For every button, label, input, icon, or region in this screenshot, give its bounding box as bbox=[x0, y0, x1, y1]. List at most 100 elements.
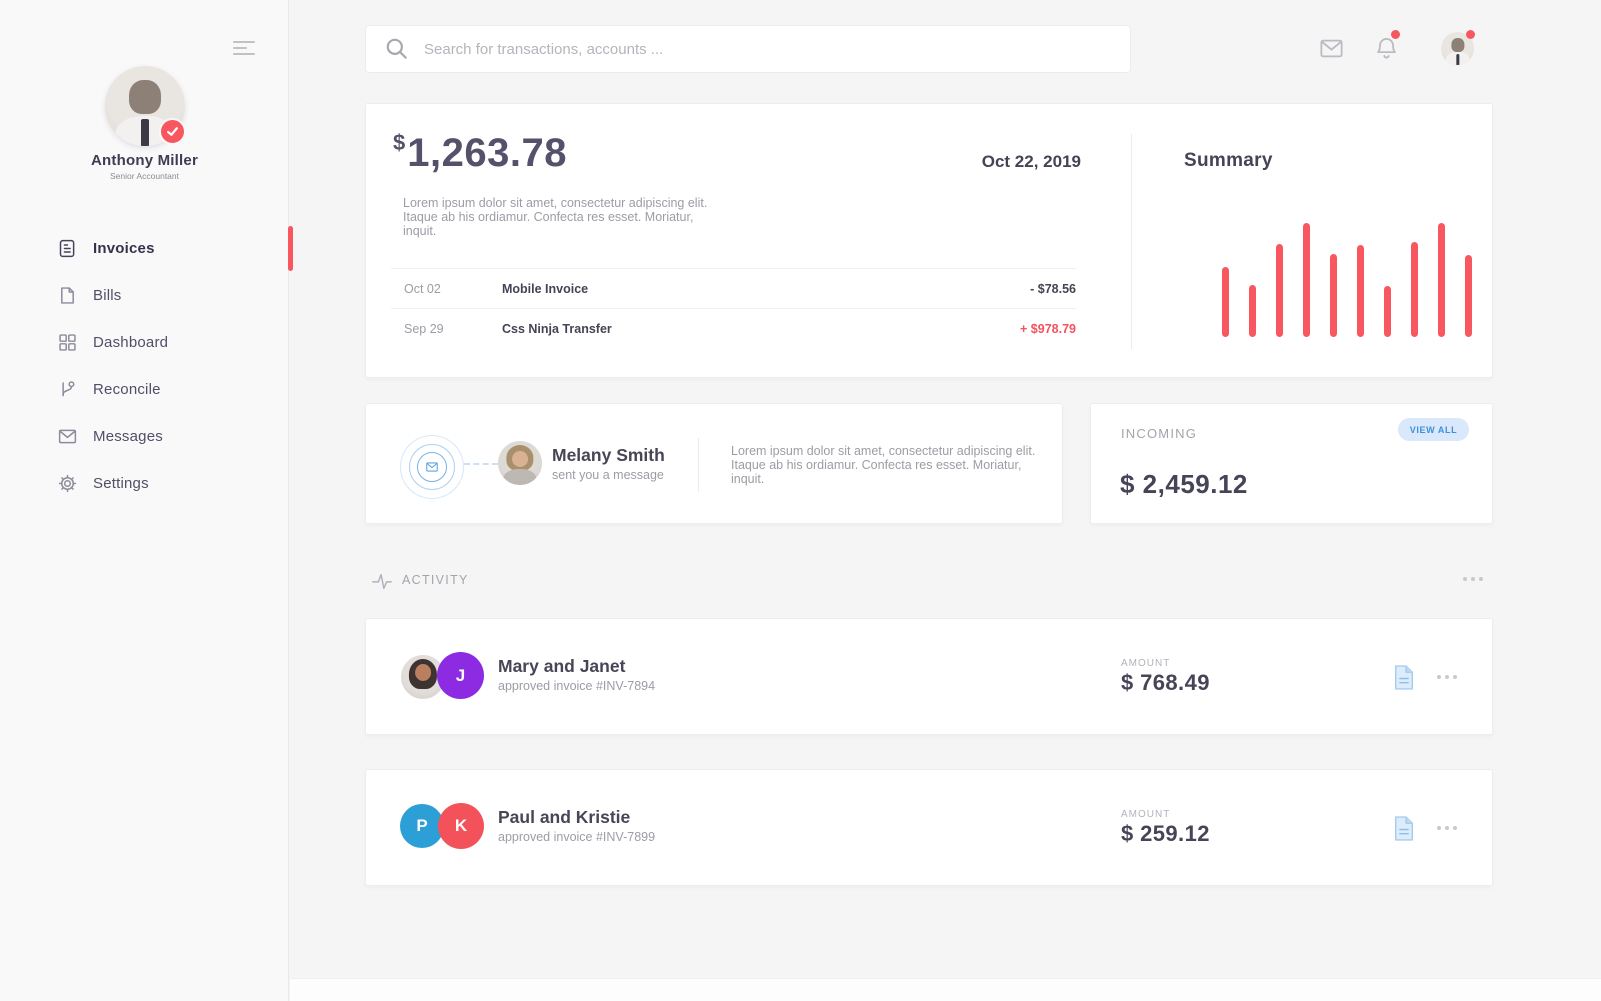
transaction-date: Sep 29 bbox=[404, 322, 502, 336]
sender-name: Melany Smith bbox=[552, 445, 665, 466]
sidebar-item-label: Bills bbox=[93, 287, 122, 304]
message-subtitle: sent you a message bbox=[552, 468, 664, 482]
transaction-amount: - $78.56 bbox=[1030, 282, 1076, 296]
transaction-row[interactable]: Sep 29 Css Ninja Transfer + $978.79 bbox=[391, 308, 1076, 348]
badge-letter: P bbox=[416, 816, 427, 836]
avatar-face bbox=[415, 664, 431, 681]
avatar-head bbox=[1451, 38, 1464, 52]
amount-label: AMOUNT bbox=[1121, 658, 1170, 669]
currency-sign: $ bbox=[393, 130, 405, 155]
activity-menu-button[interactable] bbox=[1463, 577, 1483, 581]
connector-line bbox=[464, 463, 498, 465]
messages-icon bbox=[56, 426, 78, 448]
menu-toggle-button[interactable] bbox=[233, 41, 257, 57]
invoice-document-button[interactable] bbox=[1392, 664, 1416, 696]
sidebar-nav: Invoices Bills Dashboard Reconcile bbox=[0, 225, 289, 507]
summary-bar bbox=[1276, 244, 1283, 337]
sidebar-item-reconcile[interactable]: Reconcile bbox=[0, 366, 289, 413]
activity-name: Paul and Kristie bbox=[498, 807, 630, 828]
invoice-icon bbox=[56, 238, 78, 260]
balance-date: Oct 22, 2019 bbox=[901, 152, 1081, 172]
sidebar-item-label: Invoices bbox=[93, 240, 155, 257]
balance-amount: $1,263.78 bbox=[393, 130, 567, 176]
transaction-name: Css Ninja Transfer bbox=[502, 322, 1020, 336]
amount-value: $ 768.49 bbox=[1121, 670, 1210, 696]
sidebar: Anthony Miller Senior Accountant Invoice… bbox=[0, 0, 289, 1001]
message-text: Lorem ipsum dolor sit amet, consectetur … bbox=[731, 444, 1041, 486]
transaction-row[interactable]: Oct 02 Mobile Invoice - $78.56 bbox=[391, 268, 1076, 308]
letter-badge[interactable]: J bbox=[437, 652, 484, 699]
activity-row: P K Paul and Kristie approved invoice #I… bbox=[365, 769, 1493, 886]
avatar-tie bbox=[141, 119, 149, 146]
row-menu-button[interactable] bbox=[1437, 675, 1457, 679]
amount-value: $ 259.12 bbox=[1121, 821, 1210, 847]
sidebar-item-messages[interactable]: Messages bbox=[0, 413, 289, 460]
summary-bar-chart bbox=[1222, 223, 1472, 337]
summary-bar bbox=[1438, 223, 1445, 337]
bell-icon bbox=[1373, 35, 1400, 62]
document-icon bbox=[1392, 815, 1416, 842]
sidebar-item-bills[interactable]: Bills bbox=[0, 272, 289, 319]
envelope-icon bbox=[425, 460, 439, 474]
search-bar bbox=[365, 25, 1131, 73]
settings-icon bbox=[56, 473, 78, 495]
summary-bar bbox=[1330, 254, 1337, 337]
activity-pulse-icon bbox=[371, 570, 393, 592]
activity-subtitle: approved invoice #INV-7894 bbox=[498, 679, 655, 693]
transaction-date: Oct 02 bbox=[404, 282, 502, 296]
summary-bar bbox=[1222, 267, 1229, 337]
activity-title: ACTIVITY bbox=[402, 573, 469, 587]
incoming-amount: $ 2,459.12 bbox=[1120, 469, 1248, 500]
sidebar-item-invoices[interactable]: Invoices bbox=[0, 225, 289, 272]
sidebar-item-label: Settings bbox=[93, 475, 149, 492]
sidebar-item-label: Dashboard bbox=[93, 334, 168, 351]
summary-bar bbox=[1411, 242, 1418, 337]
active-indicator bbox=[288, 226, 293, 271]
search-icon bbox=[384, 36, 410, 62]
verified-check-icon bbox=[159, 118, 186, 145]
view-all-button[interactable]: VIEW ALL bbox=[1398, 418, 1469, 441]
badge-letter: K bbox=[455, 816, 467, 836]
reconcile-icon bbox=[56, 379, 78, 401]
avatar-shoulders bbox=[503, 469, 536, 485]
row-menu-button[interactable] bbox=[1437, 826, 1457, 830]
sidebar-item-label: Messages bbox=[93, 428, 163, 445]
document-icon bbox=[1392, 664, 1416, 691]
avatar-head bbox=[129, 80, 161, 114]
sidebar-item-settings[interactable]: Settings bbox=[0, 460, 289, 507]
summary-bar bbox=[1384, 286, 1391, 337]
incoming-card: INCOMING VIEW ALL $ 2,459.12 bbox=[1090, 403, 1493, 524]
avatar-tie bbox=[1456, 54, 1459, 65]
summary-bar bbox=[1249, 285, 1256, 337]
transaction-amount: + $978.79 bbox=[1020, 322, 1076, 336]
summary-bar bbox=[1357, 245, 1364, 337]
sidebar-item-dashboard[interactable]: Dashboard bbox=[0, 319, 289, 366]
message-ripple-icon bbox=[417, 452, 447, 482]
mail-icon bbox=[1318, 35, 1345, 62]
activity-subtitle: approved invoice #INV-7899 bbox=[498, 830, 655, 844]
activity-name: Mary and Janet bbox=[498, 656, 625, 677]
badge-letter: J bbox=[456, 666, 465, 686]
sender-avatar[interactable] bbox=[498, 441, 542, 485]
app: Anthony Miller Senior Accountant Invoice… bbox=[0, 0, 1601, 1001]
invoice-document-button[interactable] bbox=[1392, 815, 1416, 847]
notification-dot bbox=[1391, 30, 1400, 39]
balance-description: Lorem ipsum dolor sit amet, consectetur … bbox=[403, 196, 713, 238]
summary-bar bbox=[1465, 255, 1472, 337]
summary-title: Summary bbox=[1184, 150, 1273, 172]
activity-header: ACTIVITY bbox=[365, 566, 1493, 594]
mail-button[interactable] bbox=[1318, 35, 1345, 67]
notifications-button[interactable] bbox=[1373, 35, 1400, 67]
bill-icon bbox=[56, 285, 78, 307]
next-section-peek bbox=[290, 978, 1601, 1001]
transaction-name: Mobile Invoice bbox=[502, 282, 1030, 296]
card-divider bbox=[698, 438, 699, 492]
letter-badge[interactable]: K bbox=[438, 803, 484, 849]
transaction-list: Oct 02 Mobile Invoice - $78.56 Sep 29 Cs… bbox=[391, 268, 1076, 348]
balance-card: $1,263.78 Oct 22, 2019 Lorem ipsum dolor… bbox=[365, 103, 1493, 378]
card-divider bbox=[1131, 134, 1132, 349]
summary-bar bbox=[1303, 223, 1310, 337]
user-role: Senior Accountant bbox=[0, 171, 289, 181]
amount-label: AMOUNT bbox=[1121, 809, 1170, 820]
search-input[interactable] bbox=[410, 41, 1130, 58]
